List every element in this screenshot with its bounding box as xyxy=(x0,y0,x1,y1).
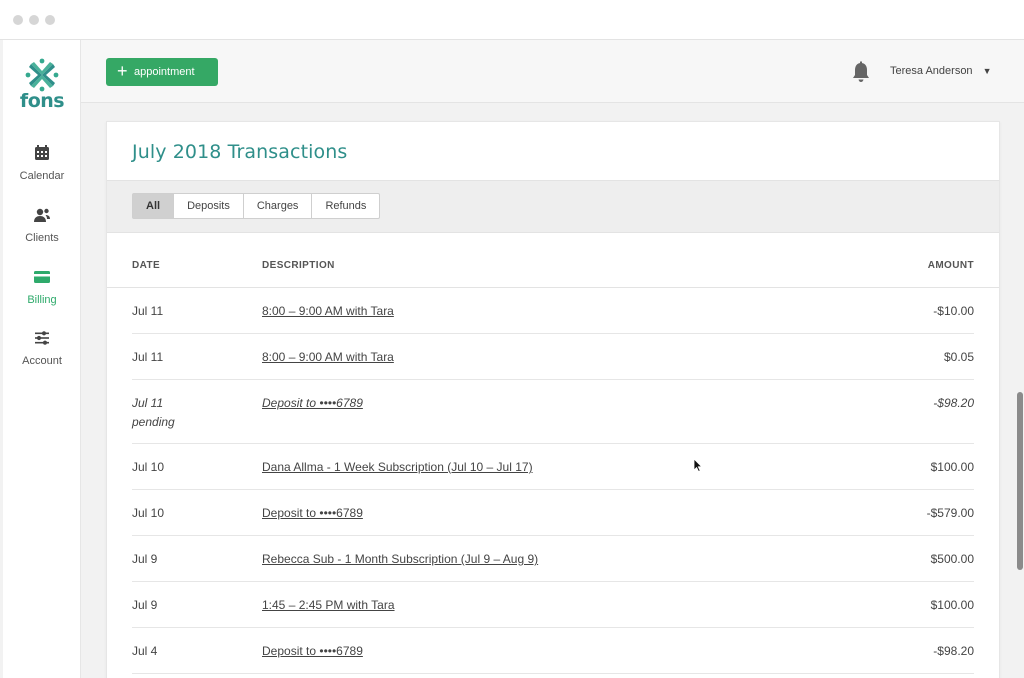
row-description-link[interactable]: Deposit to ••••6789 xyxy=(262,396,363,410)
scrollbar-thumb[interactable] xyxy=(1017,392,1023,570)
user-menu[interactable]: Teresa Anderson ▼ xyxy=(890,65,991,77)
window-maximize-dot[interactable] xyxy=(45,15,55,25)
transactions-card: July 2018 Transactions All Deposits Char… xyxy=(106,121,1000,678)
window-close-dot[interactable] xyxy=(13,15,23,25)
table-row: Jul 11 8:00 – 9:00 AM with Tara -$10.00 xyxy=(132,288,974,334)
table-row: Jul 9 Rebecca Sub - 1 Month Subscription… xyxy=(132,536,974,582)
filter-bar: All Deposits Charges Refunds xyxy=(107,180,999,233)
row-date: Jul 11 xyxy=(132,396,164,410)
window-minimize-dot[interactable] xyxy=(29,15,39,25)
row-description-link[interactable]: Deposit to ••••6789 xyxy=(262,644,363,658)
row-description-link[interactable]: Deposit to ••••6789 xyxy=(262,506,363,520)
row-amount: -$10.00 xyxy=(933,304,974,318)
add-appointment-label: appointment xyxy=(134,66,195,78)
app-logo[interactable]: fons xyxy=(3,58,81,112)
filter-button-group: All Deposits Charges Refunds xyxy=(132,193,381,219)
table-row: Jul 4 Deposit to ••••6789 -$98.20 xyxy=(132,628,974,674)
row-date: Jul 9 xyxy=(132,598,158,612)
row-description-link[interactable]: 1:45 – 2:45 PM with Tara xyxy=(262,598,395,612)
filter-all-button[interactable]: All xyxy=(132,193,175,219)
sidebar-item-label: Calendar xyxy=(19,170,65,182)
column-header-amount[interactable]: AMOUNT xyxy=(928,260,974,271)
browser-chrome xyxy=(0,0,1024,40)
row-amount: $100.00 xyxy=(930,598,974,612)
top-bar: + appointment Teresa Anderson ▼ xyxy=(81,40,1024,103)
row-amount: $500.00 xyxy=(930,552,974,566)
sidebar-item-billing[interactable]: Billing xyxy=(3,268,81,308)
filter-charges-button[interactable]: Charges xyxy=(242,193,313,219)
sidebar-item-account[interactable]: Account xyxy=(3,329,81,369)
row-date: Jul 10 xyxy=(132,506,165,520)
table-row: Jul 10 Dana Allma - 1 Week Subscription … xyxy=(132,444,974,490)
card-icon xyxy=(34,271,50,283)
mouse-cursor-icon xyxy=(693,458,703,472)
filter-deposits-button[interactable]: Deposits xyxy=(173,193,244,219)
sidebar-item-label: Clients xyxy=(25,232,59,244)
bell-icon[interactable] xyxy=(851,61,871,83)
row-date: Jul 11 xyxy=(132,304,164,318)
fons-logo-icon xyxy=(25,58,59,92)
row-date: Jul 4 xyxy=(132,644,158,658)
row-description-link[interactable]: 8:00 – 9:00 AM with Tara xyxy=(262,350,394,364)
sidebar-item-calendar[interactable]: Calendar xyxy=(3,144,81,184)
row-amount: -$579.00 xyxy=(926,506,974,520)
clients-icon xyxy=(34,208,50,222)
sidebar-item-label: Account xyxy=(22,355,62,367)
row-description-link[interactable]: Rebecca Sub - 1 Month Subscription (Jul … xyxy=(262,552,538,566)
table-row: Jul 10 Deposit to ••••6789 -$579.00 xyxy=(132,490,974,536)
sidebar-item-clients[interactable]: Clients xyxy=(3,206,81,246)
table-row: Jul 9 1:45 – 2:45 PM with Tara $100.00 xyxy=(132,582,974,628)
sidebar-item-label: Billing xyxy=(27,294,57,306)
column-header-date[interactable]: DATE xyxy=(132,260,160,271)
sidebar: fons Calendar Clients Billing Account xyxy=(3,40,81,678)
table-row: Jul 11 8:00 – 9:00 AM with Tara $0.05 xyxy=(132,334,974,380)
row-amount: $100.00 xyxy=(930,460,974,474)
row-amount: -$98.20 xyxy=(933,644,974,658)
add-appointment-button[interactable]: + appointment xyxy=(106,58,218,86)
row-description-link[interactable]: 8:00 – 9:00 AM with Tara xyxy=(262,304,394,318)
table-header: DATE DESCRIPTION AMOUNT xyxy=(107,233,999,288)
column-header-description[interactable]: DESCRIPTION xyxy=(262,260,335,271)
logo-text: fons xyxy=(19,90,65,112)
chevron-down-icon: ▼ xyxy=(982,66,992,76)
row-status: pending xyxy=(132,415,175,429)
row-date-block: Jul 11 pending xyxy=(132,394,175,432)
row-amount: $0.05 xyxy=(943,350,974,364)
transactions-table: Jul 11 8:00 – 9:00 AM with Tara -$10.00 … xyxy=(132,288,974,674)
table-row-pending: Jul 11 pending Deposit to ••••6789 -$98.… xyxy=(132,380,974,444)
row-description-link[interactable]: Dana Allma - 1 Week Subscription (Jul 10… xyxy=(262,460,533,474)
row-date: Jul 10 xyxy=(132,460,165,474)
calendar-icon xyxy=(35,145,49,160)
page-title: July 2018 Transactions xyxy=(132,141,348,163)
user-name: Teresa Anderson xyxy=(890,65,973,77)
row-date: Jul 11 xyxy=(132,350,164,364)
plus-icon: + xyxy=(117,61,128,81)
row-amount: -$98.20 xyxy=(933,396,974,410)
sliders-icon xyxy=(35,331,49,345)
row-date: Jul 9 xyxy=(132,552,158,566)
filter-refunds-button[interactable]: Refunds xyxy=(311,193,381,219)
scrollbar-track[interactable] xyxy=(1016,104,1024,678)
